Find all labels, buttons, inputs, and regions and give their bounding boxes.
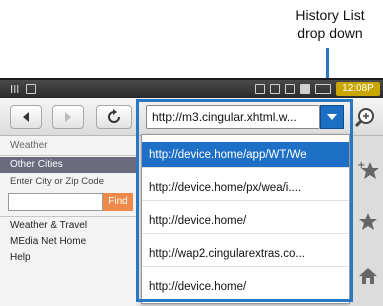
enter-city-label: Enter City or Zip Code [10, 176, 104, 187]
back-arrow-icon [23, 112, 29, 122]
divider [0, 216, 136, 217]
history-item[interactable]: http://wap2.cingularextras.co... [142, 241, 349, 267]
clock: 12:08P [336, 82, 380, 96]
status-icon-3 [285, 84, 295, 94]
url-field[interactable]: http://m3.cingular.xhtml.w... [146, 105, 320, 129]
callout-label: History List drop down [270, 6, 383, 42]
reload-icon [108, 109, 120, 123]
home-button[interactable] [356, 264, 380, 288]
history-item[interactable]: http://device.home/px/wea/i.... [142, 175, 349, 201]
weather-travel-link[interactable]: Weather & Travel [0, 218, 136, 233]
media-net-home-link[interactable]: MEdia Net Home [0, 234, 136, 249]
city-zip-input[interactable] [8, 193, 103, 211]
volume-icon [300, 84, 310, 94]
reload-button[interactable] [96, 105, 132, 129]
callout-line-2: drop down [297, 25, 363, 41]
add-favorite-icon: + [357, 160, 379, 179]
history-item[interactable]: http://device.home/ [142, 208, 349, 234]
add-favorite-button[interactable]: + [356, 158, 380, 182]
help-link[interactable]: Help [0, 250, 136, 265]
other-cities-link[interactable]: Other Cities [0, 157, 136, 173]
web-page-content: Weather Other Cities Enter City or Zip C… [0, 136, 136, 306]
status-bar: Ill 12:08P [0, 80, 383, 98]
forward-button[interactable] [52, 105, 84, 129]
status-icon-2 [270, 84, 280, 94]
browser-toolbar: http://m3.cingular.xhtml.w... [0, 98, 383, 136]
divider [0, 155, 136, 156]
history-item[interactable]: http://device.home/app/WT/We [142, 142, 349, 168]
battery-icon [315, 84, 331, 94]
callout-line-1: History List [295, 7, 365, 23]
phone-screen: Ill 12:08P http://m3.cingular.xhtml.w... [0, 78, 383, 306]
history-item[interactable]: http://device.home/ [142, 274, 349, 300]
zoom-icon [354, 108, 374, 128]
home-icon [359, 268, 377, 284]
chevron-down-icon [327, 114, 337, 120]
signal-icon: Ill [10, 83, 20, 96]
message-icon [26, 84, 36, 94]
back-button[interactable] [10, 105, 42, 129]
find-button[interactable]: Find [103, 193, 133, 211]
svg-text:+: + [357, 160, 365, 171]
favorites-button[interactable] [356, 210, 380, 234]
status-icon-1 [255, 84, 265, 94]
right-toolbar: + [352, 136, 383, 306]
forward-arrow-icon [65, 112, 71, 122]
history-dropdown-button[interactable] [320, 105, 344, 129]
zoom-button[interactable] [352, 103, 378, 131]
weather-heading: Weather [10, 140, 48, 151]
star-icon [359, 213, 377, 230]
history-list: http://device.home/app/WT/We http://devi… [141, 134, 350, 304]
